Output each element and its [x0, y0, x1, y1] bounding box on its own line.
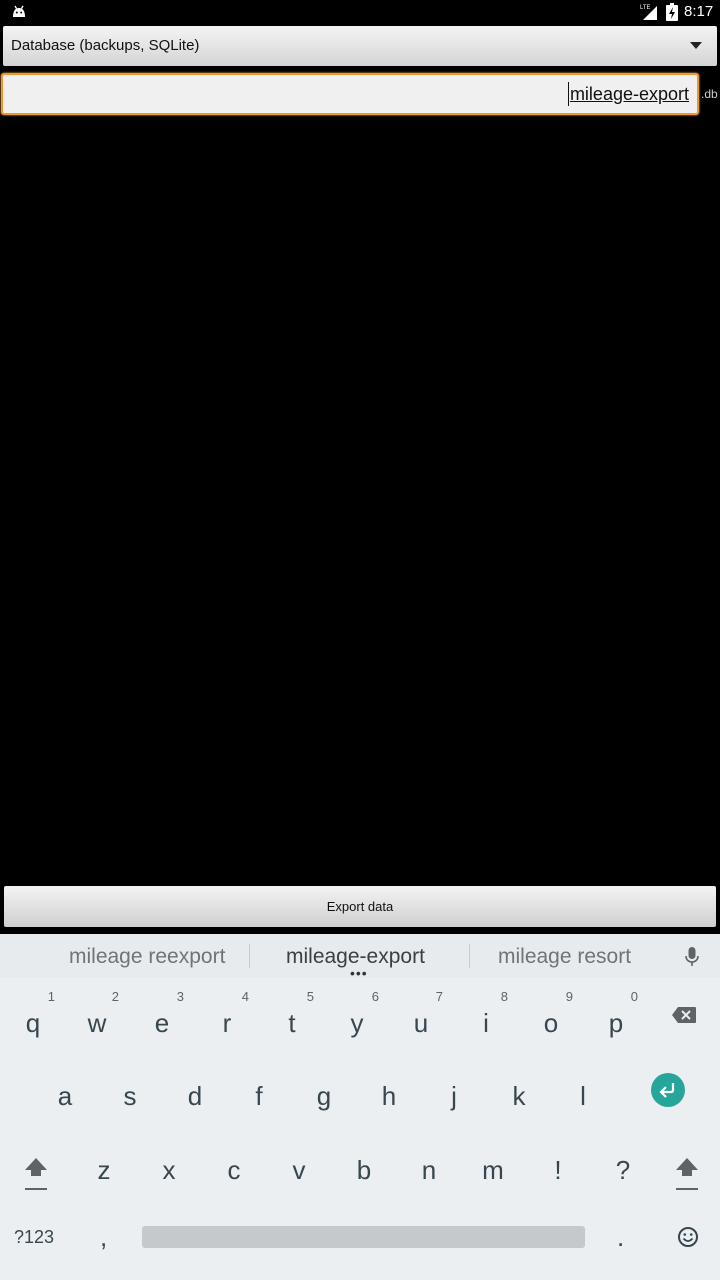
key-hint: 0	[630, 989, 638, 1004]
key-k[interactable]: k	[487, 1061, 551, 1131]
status-clock: 8:17	[684, 3, 714, 20]
suggestion-strip: mileage reexport mileage-export ••• mile…	[0, 934, 720, 980]
lte-label: LTE	[640, 5, 651, 11]
filename-value: mileage-export	[569, 84, 689, 104]
key-label: h	[381, 1081, 397, 1111]
file-extension-suffix: .db	[701, 87, 718, 101]
key-label: t	[288, 1008, 296, 1038]
dropdown-arrow-icon	[690, 42, 702, 49]
android-notification-icon	[13, 5, 25, 17]
key-j[interactable]: j	[422, 1061, 486, 1131]
soft-keyboard: mileage reexport mileage-export ••• mile…	[0, 934, 720, 1280]
suggestion-right[interactable]: mileage resort	[498, 944, 631, 970]
key-v[interactable]: v	[267, 1135, 331, 1205]
key-hint: 2	[111, 989, 119, 1004]
key-label: d	[187, 1081, 203, 1111]
emoji-icon[interactable]	[677, 1226, 699, 1248]
key-label: a	[57, 1081, 73, 1111]
key-label: q	[25, 1008, 41, 1038]
enter-key[interactable]	[651, 1073, 685, 1107]
microphone-icon[interactable]	[684, 946, 700, 968]
key-label: l	[580, 1081, 586, 1111]
key-label: w	[87, 1008, 107, 1038]
key-q[interactable]: 1q	[1, 988, 65, 1058]
key-g[interactable]: g	[292, 1061, 356, 1131]
export-format-spinner[interactable]: Database (backups, SQLite)	[3, 26, 717, 66]
suggestion-left[interactable]: mileage reexport	[69, 944, 225, 970]
filename-input[interactable]: mileage-export	[1, 73, 699, 115]
key-w[interactable]: 2w	[65, 988, 129, 1058]
key-hint: 5	[306, 989, 314, 1004]
backspace-icon[interactable]	[671, 1006, 697, 1024]
key-label: z	[97, 1155, 111, 1185]
battery-charging-icon	[666, 3, 678, 21]
key-s[interactable]: s	[98, 1061, 162, 1131]
key-hint: 3	[176, 989, 184, 1004]
key-o[interactable]: 9o	[519, 988, 583, 1058]
key-label: !	[554, 1155, 562, 1185]
key-t[interactable]: 5t	[260, 988, 324, 1058]
key-label: ?	[615, 1155, 631, 1185]
key-m[interactable]: m	[461, 1135, 525, 1205]
key-z[interactable]: z	[72, 1135, 136, 1205]
shift-icon[interactable]	[22, 1152, 50, 1194]
key-label: m	[482, 1155, 504, 1185]
key-r[interactable]: 4r	[195, 988, 259, 1058]
key-f[interactable]: f	[227, 1061, 291, 1131]
key-label: o	[543, 1008, 559, 1038]
key-y[interactable]: 6y	[325, 988, 389, 1058]
key-label: g	[316, 1081, 332, 1111]
key-x[interactable]: x	[137, 1135, 201, 1205]
key-hint: 9	[565, 989, 573, 1004]
enter-arrow-icon	[659, 1083, 675, 1098]
key-label: k	[512, 1081, 526, 1111]
key-label: p	[608, 1008, 624, 1038]
key-question[interactable]: ?	[591, 1135, 655, 1205]
key-hint: 4	[241, 989, 249, 1004]
key-label: j	[451, 1081, 457, 1111]
key-c[interactable]: c	[202, 1135, 266, 1205]
key-hint: 8	[500, 989, 508, 1004]
key-label: n	[421, 1155, 437, 1185]
suggestion-divider	[469, 944, 470, 968]
key-l[interactable]: l	[551, 1061, 615, 1131]
key-u[interactable]: 7u	[389, 988, 453, 1058]
status-bar: LTE 8:17	[0, 0, 720, 24]
text-cursor	[568, 82, 569, 106]
key-label: e	[154, 1008, 170, 1038]
key-i[interactable]: 8i	[454, 988, 518, 1058]
period-key[interactable]: .	[617, 1222, 624, 1252]
key-b[interactable]: b	[332, 1135, 396, 1205]
key-a[interactable]: a	[33, 1061, 97, 1131]
key-label: s	[123, 1081, 137, 1111]
key-e[interactable]: 3e	[130, 988, 194, 1058]
key-label: x	[162, 1155, 176, 1185]
key-hint: 7	[435, 989, 443, 1004]
key-hint: 1	[47, 989, 55, 1004]
suggestion-divider	[249, 944, 250, 968]
key-hint: 6	[371, 989, 379, 1004]
spinner-selected-label: Database (backups, SQLite)	[11, 37, 200, 54]
shift-icon[interactable]	[673, 1152, 701, 1194]
key-exclamation[interactable]: !	[526, 1135, 590, 1205]
key-label: f	[255, 1081, 263, 1111]
key-label: c	[227, 1155, 241, 1185]
comma-key[interactable]: ,	[100, 1222, 107, 1252]
export-data-button[interactable]: Export data	[4, 886, 716, 927]
space-bar[interactable]	[142, 1226, 585, 1248]
key-label: r	[222, 1008, 232, 1038]
key-h[interactable]: h	[357, 1061, 421, 1131]
lte-signal-icon: LTE	[640, 5, 657, 20]
key-n[interactable]: n	[397, 1135, 461, 1205]
key-p[interactable]: 0p	[584, 988, 648, 1058]
key-label: y	[350, 1008, 364, 1038]
export-button-label: Export data	[326, 899, 394, 914]
key-label: u	[413, 1008, 429, 1038]
key-label: i	[483, 1008, 489, 1038]
key-d[interactable]: d	[163, 1061, 227, 1131]
symbols-key[interactable]: ?123	[14, 1226, 54, 1248]
key-label: b	[356, 1155, 372, 1185]
suggestion-more-dots[interactable]: •••	[350, 966, 368, 980]
key-label: v	[292, 1155, 306, 1185]
